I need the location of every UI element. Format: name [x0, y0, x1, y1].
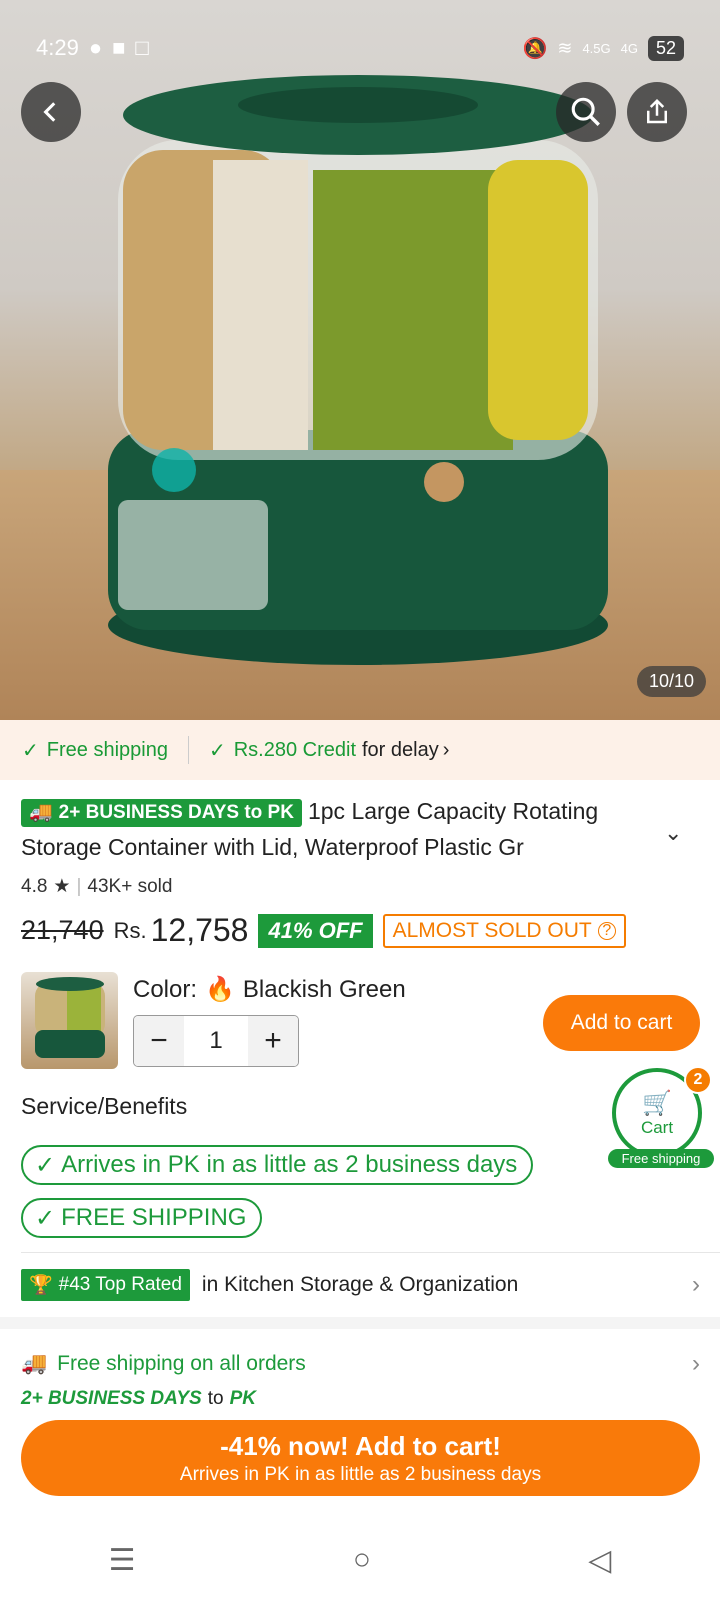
- bottom-add-to-cart-button[interactable]: -41% now! Add to cart! Arrives in PK in …: [21, 1420, 700, 1496]
- battery-indicator: 52: [647, 35, 684, 61]
- back-triangle-icon[interactable]: ◁: [588, 1543, 611, 1578]
- divider: [187, 736, 189, 764]
- shipping-info-row[interactable]: 🚚 Free shipping on all orders ›: [21, 1350, 700, 1378]
- cta-main: -41% now! Add to cart!: [220, 1430, 501, 1461]
- system-nav-bar: ☰ ○ ◁: [0, 1520, 720, 1600]
- delivery-badge-label: 2+ BUSINESS DAYS to PK: [58, 801, 294, 823]
- check-icon: ✓: [22, 739, 39, 762]
- cart-free-shipping-tag: Free shipping: [608, 1149, 714, 1168]
- chevron-left-icon: [43, 102, 56, 122]
- increase-button[interactable]: +: [248, 1016, 298, 1066]
- cart-label: Cart: [640, 1117, 674, 1137]
- currency: Rs.: [113, 917, 147, 943]
- shipping-destination: PK: [229, 1388, 256, 1409]
- color-selector[interactable]: Color: 🔥 Blackish Green: [133, 975, 406, 1004]
- mute-icon: 🔕: [522, 37, 548, 60]
- rating-value: 4.8: [21, 875, 48, 897]
- shipping-days: 2+ BUSINESS DAYS: [21, 1388, 202, 1409]
- cart-icon: 🛒: [642, 1089, 672, 1117]
- divider: |: [76, 875, 82, 897]
- home-icon[interactable]: ○: [353, 1543, 371, 1577]
- quantity-value[interactable]: 1: [184, 1027, 248, 1055]
- clock: 4:29: [36, 35, 79, 60]
- truck-icon: 🚚: [29, 801, 53, 823]
- signal-2: 4G: [620, 40, 638, 56]
- product-image[interactable]: 4:29 ● ■ □ 🔕 ≋ 4.5G 4G 52 10/10: [0, 0, 720, 720]
- ranking-category: in Kitchen Storage & Organization: [201, 1273, 519, 1296]
- original-price: 21,740: [21, 915, 104, 945]
- share-button[interactable]: [627, 82, 687, 142]
- discount-badge: 41% OFF: [258, 913, 373, 948]
- shipping-banner[interactable]: ✓ Free shipping ✓ Rs.280 Credit for dela…: [0, 720, 720, 780]
- color-value: Blackish Green: [242, 975, 406, 1003]
- check-icon: ✓: [35, 1204, 56, 1232]
- top-rated-label: #43 Top Rated: [58, 1274, 182, 1295]
- wifi-icon: ≋: [557, 37, 573, 58]
- credit-label: Rs.280 Credit: [233, 738, 356, 761]
- decrease-button[interactable]: −: [134, 1016, 184, 1066]
- section-separator: [0, 1317, 720, 1329]
- shipping-days-line: 2+ BUSINESS DAYS to PK: [21, 1388, 256, 1410]
- shipping-to: to: [207, 1388, 224, 1409]
- dispenser-thumbnail-icon: [35, 977, 105, 1058]
- delivery-badge: 🚚 2+ BUSINESS DAYS to PK: [21, 798, 302, 827]
- menu-icon[interactable]: ☰: [109, 1543, 136, 1578]
- sale-price: 12,758: [150, 912, 249, 948]
- floating-cart-button[interactable]: 🛒 Cart 2 Free shipping: [608, 1066, 714, 1168]
- divider: [21, 1252, 720, 1253]
- star-icon: ★: [53, 876, 71, 897]
- service-label: FREE SHIPPING: [61, 1204, 247, 1231]
- credit-suffix: for delay: [362, 738, 439, 761]
- quantity-stepper: − 1 +: [133, 1015, 299, 1067]
- sold-count: 43K+ sold: [87, 875, 173, 897]
- free-shipping-label: Free shipping: [46, 738, 168, 761]
- share-icon: [647, 98, 667, 124]
- top-rated-badge: 🏆 #43 Top Rated: [21, 1269, 190, 1301]
- add-to-cart-button[interactable]: Add to cart: [543, 995, 700, 1051]
- stock-status-badge[interactable]: ALMOST SOLD OUT ?: [382, 913, 626, 948]
- service-pill-arrival[interactable]: ✓ Arrives in PK in as little as 2 busine…: [21, 1145, 534, 1185]
- flame-icon: 🔥: [205, 976, 235, 1003]
- rice-dispenser-illustration: [108, 75, 608, 665]
- cart-count-badge: 2: [684, 1066, 712, 1094]
- title-fade: [560, 829, 670, 865]
- rating-row[interactable]: 4.8 ★ | 43K+ sold: [21, 875, 172, 898]
- services-title: Service/Benefits: [21, 1093, 188, 1119]
- back-button[interactable]: [21, 82, 81, 142]
- expand-title-chevron-icon[interactable]: ⌄: [664, 820, 682, 846]
- stock-status-label: ALMOST SOLD OUT: [392, 918, 592, 942]
- search-icon: [571, 97, 600, 126]
- service-pill-free-shipping[interactable]: ✓ FREE SHIPPING: [21, 1198, 263, 1238]
- ranking-row[interactable]: 🏆 #43 Top Rated in Kitchen Storage & Org…: [21, 1268, 700, 1302]
- app-icon: ■: [112, 35, 126, 60]
- trophy-icon: 🏆: [29, 1275, 53, 1296]
- variant-thumbnail[interactable]: [21, 972, 118, 1069]
- check-icon: ✓: [208, 739, 226, 762]
- signal-1: 4.5G: [582, 40, 611, 56]
- check-icon: ✓: [35, 1151, 56, 1179]
- chat-icon: ●: [88, 35, 103, 60]
- shipping-info-title: Free shipping on all orders: [57, 1352, 306, 1375]
- service-label: Arrives in PK in as little as 2 business…: [61, 1151, 518, 1178]
- image-counter: 10/10: [636, 666, 706, 697]
- chevron-right-icon: ›: [692, 1350, 700, 1377]
- cta-sub: Arrives in PK in as little as 2 business…: [179, 1463, 542, 1485]
- color-label: Color:: [133, 975, 198, 1003]
- chevron-right-icon: ›: [442, 738, 450, 761]
- help-icon: ?: [597, 921, 616, 940]
- status-bar: 4:29 ● ■ □ 🔕 ≋ 4.5G 4G 52: [36, 28, 684, 68]
- truck-icon: 🚚: [21, 1352, 48, 1375]
- search-button[interactable]: [556, 82, 616, 142]
- chevron-right-icon: ›: [692, 1271, 700, 1298]
- window-icon: □: [135, 35, 149, 60]
- price-row: 21,740 Rs. 12,758 41% OFF ALMOST SOLD OU…: [21, 912, 626, 949]
